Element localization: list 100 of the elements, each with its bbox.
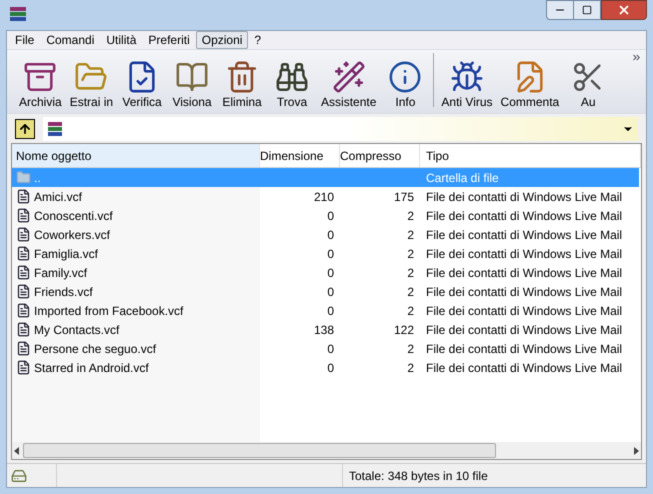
- file-size: 0: [327, 284, 334, 298]
- file-row[interactable]: Conoscenti.vcf 0 2 File dei contatti di Windows Live Mail: [12, 206, 639, 225]
- column-header[interactable]: Nome oggetto: [12, 144, 260, 167]
- file-row[interactable]: Family.vcf 0 2 File dei contatti di Windows Live Mail: [12, 263, 639, 282]
- file-type: File dei contatti di Windows Live Mail: [426, 208, 622, 222]
- file-row[interactable]: My Contacts.vcf 138 122 File dei contatti di Windows Live Mail: [12, 320, 639, 339]
- packed-size: 2: [407, 304, 414, 318]
- file-icon: [16, 189, 31, 204]
- file-icon: [16, 322, 31, 337]
- file-icon: [16, 246, 31, 261]
- file-size: 210: [314, 190, 334, 204]
- file-icon: [16, 265, 31, 280]
- horizontal-scrollbar[interactable]: [12, 442, 641, 459]
- file-name: My Contacts.vcf: [34, 322, 120, 338]
- scroll-right-icon[interactable]: [634, 446, 639, 454]
- file-name: Conoscenti.vcf: [34, 208, 113, 224]
- toolbar-button[interactable]: Elimina: [217, 60, 268, 110]
- file-row[interactable]: Famiglia.vcf 0 2 File dei contatti di Windows Live Mail: [12, 244, 639, 263]
- file-name: Friends.vcf: [34, 284, 93, 300]
- file-type: File dei contatti di Windows Live Mail: [426, 360, 622, 374]
- toolbar-button[interactable]: Archivia: [15, 60, 66, 110]
- file-type: File dei contatti di Windows Live Mail: [426, 304, 622, 318]
- menu-item[interactable]: ?: [248, 31, 268, 49]
- file-type: File dei contatti di Windows Live Mail: [426, 228, 622, 242]
- column-header[interactable]: Compresso: [340, 144, 420, 167]
- file-row[interactable]: Persone che seguo.vcf 0 2 File dei contatti di Windows Live Mail: [12, 339, 639, 358]
- close-button[interactable]: [601, 0, 647, 20]
- file-name: Imported from Facebook.vcf: [34, 302, 184, 320]
- file-row[interactable]: Friends.vcf 0 2 File dei contatti di Windows Live Mail: [12, 282, 639, 301]
- file-icon: [16, 341, 31, 356]
- folder-icon: [16, 170, 31, 185]
- menu-item[interactable]: Opzioni: [196, 31, 248, 49]
- file-name: Family.vcf: [34, 264, 88, 282]
- toolbar-button[interactable]: Visiona: [167, 60, 218, 110]
- file-row[interactable]: Coworkers.vcf 0 2 File dei contatti di Windows Live Mail: [12, 225, 639, 244]
- path-field[interactable]: [43, 116, 638, 140]
- file-icon: [16, 284, 31, 299]
- file-name: Persone che seguo.vcf: [34, 340, 156, 358]
- file-size: 0: [327, 208, 334, 222]
- file-type: File dei contatti di Windows Live Mail: [426, 190, 622, 204]
- binoculars-icon: [275, 60, 310, 94]
- toolbar-button[interactable]: Verifica: [117, 60, 168, 110]
- up-folder-button[interactable]: [15, 118, 35, 138]
- menu-item[interactable]: Comandi: [40, 31, 100, 49]
- file-type: File dei contatti di Windows Live Mail: [426, 342, 622, 356]
- file-type: File dei contatti di Windows Live Mail: [426, 266, 622, 280]
- file-size: 0: [327, 342, 334, 356]
- file-icon: [16, 208, 31, 223]
- file-name: Amici.vcf: [34, 188, 82, 206]
- maximize-icon: [582, 5, 592, 15]
- packed-size: 2: [407, 208, 414, 222]
- toolbar-button[interactable]: Info: [380, 60, 430, 110]
- more-icon[interactable]: [631, 52, 642, 63]
- drive-icon: [11, 468, 27, 484]
- file-size: 0: [327, 246, 334, 260]
- packed-size: 2: [407, 360, 414, 374]
- file-name: Famiglia.vcf: [34, 246, 98, 262]
- toolbar-button[interactable]: Anti Virus: [437, 60, 497, 110]
- file-row[interactable]: Amici.vcf 210 175 File dei contatti di Windows Live Mail: [12, 187, 639, 206]
- file-row[interactable]: Imported from Facebook.vcf 0 2 File dei contatti di Windows Live Mail: [12, 301, 639, 320]
- archive-icon: [23, 60, 58, 94]
- toolbar-button[interactable]: Au: [563, 60, 614, 110]
- file-size: 0: [327, 228, 334, 242]
- toolbar-button[interactable]: Trova: [267, 60, 318, 110]
- file-name: Starred in Android.vcf: [34, 360, 149, 376]
- column-header[interactable]: Dimensione: [260, 144, 340, 167]
- packed-size: 2: [407, 284, 414, 298]
- file-size: 138: [314, 322, 334, 336]
- toolbar-button[interactable]: Assistente: [317, 60, 380, 110]
- packed-size: 2: [407, 228, 414, 242]
- wand-icon: [332, 60, 366, 94]
- file-icon: [16, 227, 31, 242]
- file-type: File dei contatti di Windows Live Mail: [426, 322, 622, 336]
- file-icon: [16, 360, 31, 375]
- file-name: Coworkers.vcf: [34, 226, 110, 244]
- maximize-button[interactable]: [574, 0, 601, 20]
- scroll-left-icon[interactable]: [14, 446, 19, 454]
- menu-item[interactable]: File: [9, 31, 40, 49]
- menu-item[interactable]: Utilità: [100, 31, 142, 49]
- bug-icon: [450, 60, 484, 94]
- book-icon: [175, 60, 210, 94]
- status-text: Totale: 348 bytes in 10 file: [348, 468, 488, 484]
- file-size: 0: [327, 360, 334, 374]
- toolbar-button[interactable]: Commenta: [496, 60, 564, 110]
- toolbar-button[interactable]: Estrai in: [66, 60, 118, 110]
- close-icon: [617, 3, 631, 17]
- file-icon: [16, 303, 31, 318]
- file-type: Cartella di file: [426, 170, 499, 184]
- file-size: 0: [327, 266, 334, 280]
- menu-item[interactable]: Preferiti: [142, 31, 196, 49]
- archive-icon: [47, 120, 63, 136]
- file-type: File dei contatti di Windows Live Mail: [426, 284, 622, 298]
- file-row[interactable]: Starred in Android.vcf 0 2 File dei contatti di Windows Live Mail: [12, 358, 639, 377]
- packed-size: 122: [394, 322, 414, 336]
- packed-size: 2: [407, 342, 414, 356]
- file-size: 0: [327, 304, 334, 318]
- packed-size: 2: [407, 246, 414, 260]
- info-icon: [388, 60, 422, 94]
- packed-size: 175: [394, 190, 414, 204]
- file-type: File dei contatti di Windows Live Mail: [426, 246, 622, 260]
